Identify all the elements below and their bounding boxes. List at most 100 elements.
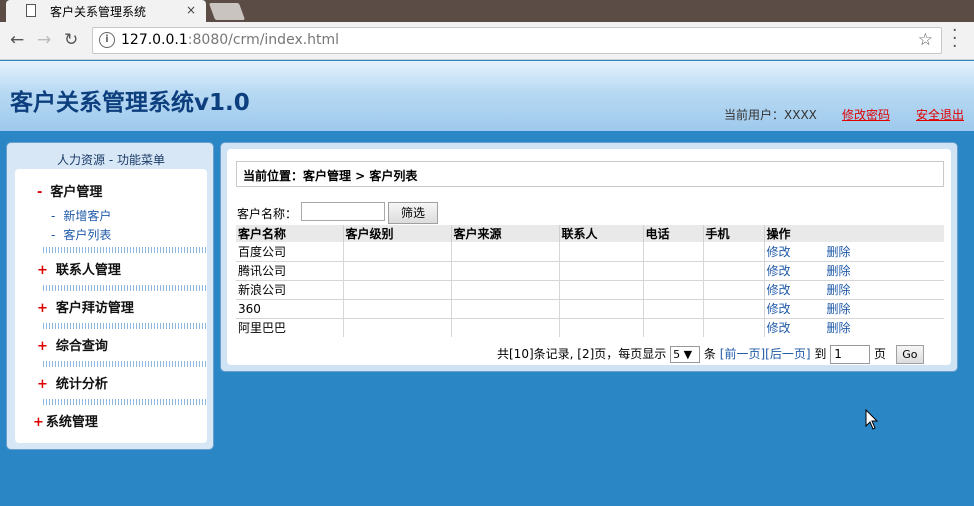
sidebar: 人力资源 - 功能菜单 - 客户管理 - 新增客户 - 客户列表 + 联系人管理 + 客户… xyxy=(6,142,214,450)
page-number-input[interactable]: 1 xyxy=(830,345,871,364)
column-header: 电话 xyxy=(643,225,704,242)
column-header: 客户级别 xyxy=(343,225,452,242)
filter-label: 客户名称： xyxy=(237,207,298,221)
cell xyxy=(643,261,704,281)
menu-customer-management[interactable]: - 客户管理 xyxy=(37,181,102,200)
table-header: 客户名称 客户级别 客户来源 联系人 电话 手机 操作 xyxy=(236,225,944,242)
next-page-link[interactable]: [后一页] xyxy=(765,347,810,361)
column-header: 客户名称 xyxy=(236,225,344,242)
customer-name-cell: 百度公司 xyxy=(236,242,344,262)
menu-visit-management[interactable]: + 客户拜访管理 xyxy=(37,297,134,316)
menu-divider xyxy=(43,399,207,405)
document-icon xyxy=(26,4,36,17)
table-row: 新浪公司 修改 删除 xyxy=(236,280,944,300)
cell xyxy=(343,261,452,281)
main-panel: 当前位置：客户管理 > 客户列表 客户名称： 筛选 客户名称 客户级别 客户来源… xyxy=(220,142,958,372)
customer-name-cell: 新浪公司 xyxy=(236,280,344,300)
column-header: 操作 xyxy=(764,225,944,242)
operation-cell: 修改 删除 xyxy=(764,242,944,262)
edit-link[interactable]: 修改 xyxy=(767,319,827,336)
current-user: 当前用户：XXXX xyxy=(724,108,817,122)
cell xyxy=(643,318,704,337)
edit-link[interactable]: 修改 xyxy=(767,262,827,279)
delete-link[interactable]: 删除 xyxy=(827,281,851,298)
operation-cell: 修改 删除 xyxy=(764,280,944,300)
new-tab-button[interactable] xyxy=(208,3,246,20)
bookmark-star-icon[interactable]: ☆ xyxy=(918,30,933,50)
menu-query[interactable]: + 综合查询 xyxy=(37,335,108,354)
tab-title: 客户关系管理系统 xyxy=(50,5,147,19)
prev-page-link[interactable]: [前一页] xyxy=(720,347,765,361)
delete-link[interactable]: 删除 xyxy=(827,262,851,279)
customer-table: 客户名称 客户级别 客户来源 联系人 电话 手机 操作 百度公司 修改 删除 腾讯… xyxy=(236,225,944,337)
back-icon[interactable]: ← xyxy=(10,30,24,50)
browser-tab[interactable]: 客户关系管理系统 × xyxy=(6,0,206,22)
cell xyxy=(343,242,452,262)
cell xyxy=(703,318,765,337)
info-icon[interactable]: i xyxy=(99,32,115,48)
goto-label: 到 xyxy=(814,347,827,361)
cell xyxy=(559,242,644,262)
mouse-cursor-icon xyxy=(865,409,879,430)
delete-link[interactable]: 删除 xyxy=(827,243,851,260)
forward-icon[interactable]: → xyxy=(37,30,51,50)
table-row: 腾讯公司 修改 删除 xyxy=(236,261,944,281)
app-header: 客户关系管理系统v1.0 当前用户：XXXX 修改密码 安全退出 xyxy=(0,61,974,131)
edit-link[interactable]: 修改 xyxy=(767,300,827,317)
cell xyxy=(559,280,644,300)
column-header: 联系人 xyxy=(559,225,644,242)
menu-system[interactable]: + 系统管理 xyxy=(33,411,98,430)
page-size-select[interactable]: 5 ▼ xyxy=(670,346,701,363)
cell xyxy=(451,280,560,300)
page-size-unit: 条 xyxy=(703,347,716,361)
tab-close-icon[interactable]: × xyxy=(186,3,196,17)
filter-button[interactable]: 筛选 xyxy=(388,202,438,224)
table-row: 阿里巴巴 修改 删除 xyxy=(236,318,944,337)
delete-link[interactable]: 删除 xyxy=(827,300,851,317)
operation-cell: 修改 删除 xyxy=(764,318,944,337)
menu-divider xyxy=(43,323,207,329)
sidebar-title: 人力资源 - 功能菜单 xyxy=(57,153,165,167)
operation-cell: 修改 删除 xyxy=(764,261,944,281)
breadcrumb: 当前位置：客户管理 > 客户列表 xyxy=(236,161,944,187)
menu-statistics[interactable]: + 统计分析 xyxy=(37,373,108,392)
menu-divider xyxy=(43,247,207,253)
app-title: 客户关系管理系统v1.0 xyxy=(10,90,250,116)
customer-name-cell: 腾讯公司 xyxy=(236,261,344,281)
change-password-link[interactable]: 修改密码 xyxy=(842,106,890,123)
table-row: 百度公司 修改 删除 xyxy=(236,242,944,262)
delete-link[interactable]: 删除 xyxy=(827,319,851,336)
cell xyxy=(451,299,560,319)
go-button[interactable]: Go xyxy=(895,345,924,364)
edit-link[interactable]: 修改 xyxy=(767,243,827,260)
operation-cell: 修改 删除 xyxy=(764,299,944,319)
cell xyxy=(451,318,560,337)
cell xyxy=(343,318,452,337)
cell xyxy=(643,242,704,262)
cell xyxy=(643,299,704,319)
pagination: 共[10]条记录, [2]页，每页显示 5 ▼ 条 [前一页][后一页] 到 1… xyxy=(497,345,924,364)
cell xyxy=(559,299,644,319)
cell xyxy=(343,280,452,300)
cell xyxy=(343,299,452,319)
menu-contact-management[interactable]: + 联系人管理 xyxy=(37,259,121,278)
page-word: 页 xyxy=(874,347,887,361)
cell xyxy=(451,242,560,262)
menu-customer-list[interactable]: - 客户列表 xyxy=(51,226,111,243)
sidebar-menu: - 客户管理 - 新增客户 - 客户列表 + 联系人管理 + 客户拜访管理 + 综合查询 +… xyxy=(15,169,207,443)
cell xyxy=(703,280,765,300)
customer-name-input[interactable] xyxy=(301,202,385,221)
cell xyxy=(703,242,765,262)
edit-link[interactable]: 修改 xyxy=(767,281,827,298)
menu-add-customer[interactable]: - 新增客户 xyxy=(51,207,111,224)
main-content: 当前位置：客户管理 > 客户列表 客户名称： 筛选 客户名称 客户级别 客户来源… xyxy=(227,149,951,365)
menu-divider xyxy=(43,361,207,367)
logout-link[interactable]: 安全退出 xyxy=(916,106,964,123)
customer-name-cell: 360 xyxy=(236,299,344,319)
table-row: 360 修改 删除 xyxy=(236,299,944,319)
browser-menu-icon[interactable]: · · · xyxy=(952,23,957,56)
address-bar[interactable]: i 127.0.0.1:8080/crm/index.html ☆ xyxy=(92,27,942,54)
cell xyxy=(451,261,560,281)
browser-tab-bar: 客户关系管理系统 × xyxy=(0,0,974,22)
reload-icon[interactable]: ↻ xyxy=(64,30,78,50)
